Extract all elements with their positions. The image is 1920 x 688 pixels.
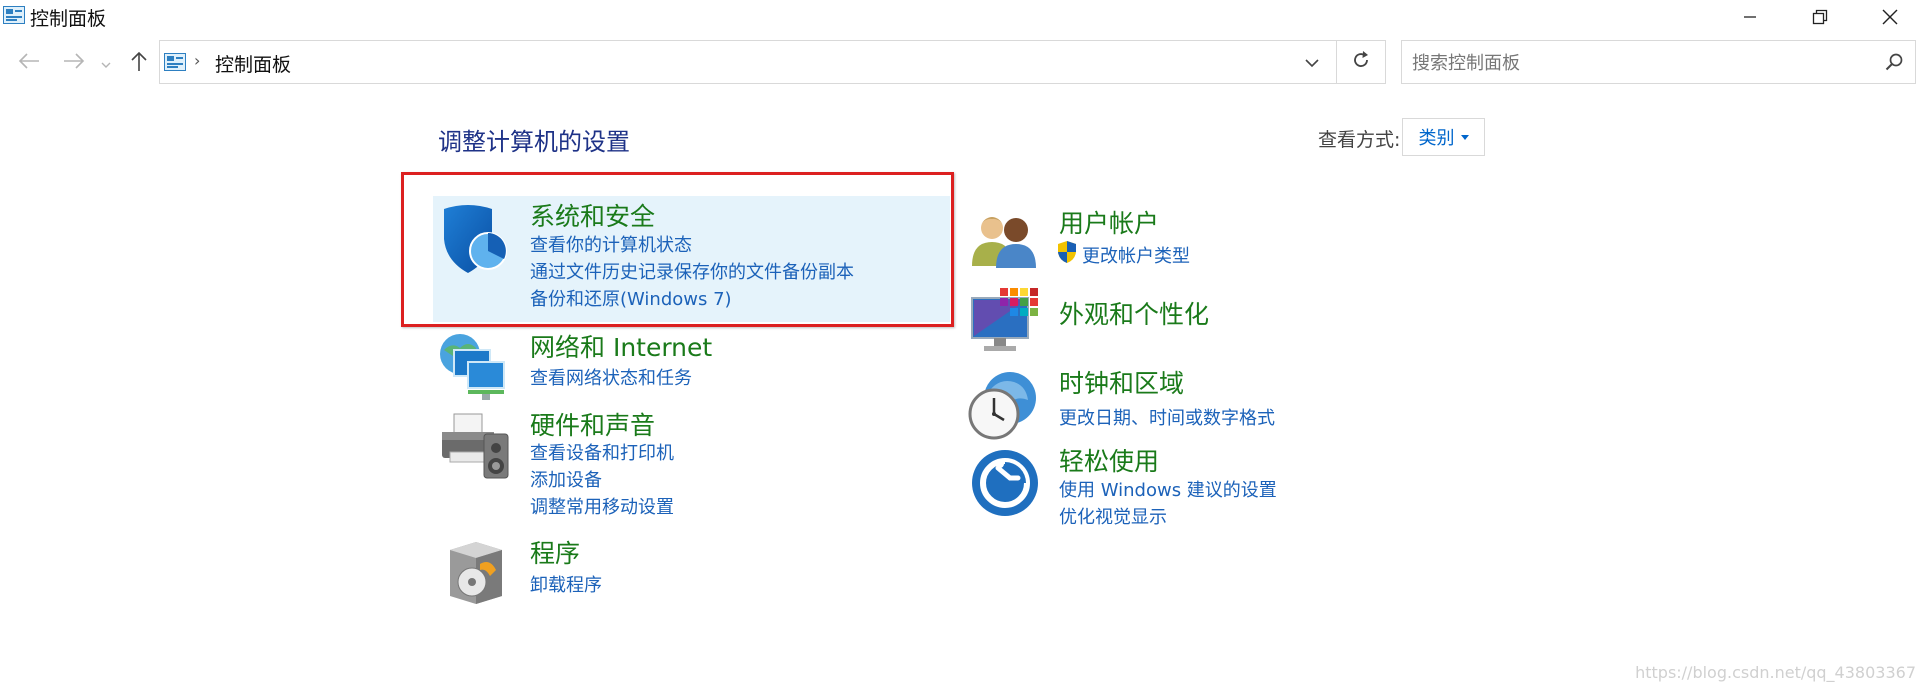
link-network-status[interactable]: 查看网络状态和任务 <box>530 364 692 390</box>
control-panel-icon <box>3 6 25 24</box>
page-heading: 调整计算机的设置 <box>438 128 630 156</box>
link-devices-printers[interactable]: 查看设备和打印机 <box>530 439 674 465</box>
breadcrumb-control-panel[interactable]: 控制面板 <box>215 50 291 77</box>
view-by-dropdown[interactable]: 类别 <box>1402 118 1485 156</box>
arrow-left-icon <box>18 53 40 73</box>
link-change-account-type[interactable]: 更改帐户类型 <box>1082 242 1190 268</box>
link-file-history-backup[interactable]: 通过文件历史记录保存你的文件备份副本 <box>530 258 854 284</box>
printer-speaker-icon[interactable] <box>438 412 512 486</box>
category-title-appearance[interactable]: 外观和个性化 <box>1059 295 1209 331</box>
view-by-value: 类别 <box>1418 128 1455 149</box>
chevron-down-icon <box>101 54 111 73</box>
uac-shield-icon <box>1056 240 1078 268</box>
window-title: 控制面板 <box>30 8 107 30</box>
control-panel-icon <box>164 53 186 75</box>
programs-disc-icon[interactable] <box>446 540 506 610</box>
link-mobility-settings[interactable]: 调整常用移动设置 <box>530 493 674 519</box>
close-icon <box>1882 9 1898 25</box>
minimize-icon <box>1743 10 1757 24</box>
category-title-hardware[interactable]: 硬件和声音 <box>530 406 655 442</box>
category-title-network[interactable]: 网络和 Internet <box>530 328 712 364</box>
shield-icon[interactable] <box>440 203 510 279</box>
chevron-down-icon <box>1305 53 1319 72</box>
category-title-system-security[interactable]: 系统和安全 <box>530 197 655 233</box>
close-button[interactable] <box>1855 0 1920 34</box>
forward-button[interactable] <box>61 50 87 76</box>
network-globe-icon[interactable] <box>438 332 512 408</box>
arrow-up-icon <box>130 50 148 76</box>
category-title-ease-of-access[interactable]: 轻松使用 <box>1059 442 1159 478</box>
link-optimize-visual-display[interactable]: 优化视觉显示 <box>1059 503 1167 529</box>
breadcrumb-separator[interactable]: › <box>194 51 200 70</box>
refresh-icon <box>1351 50 1371 74</box>
address-bar[interactable]: › 控制面板 <box>159 40 1337 84</box>
link-backup-restore[interactable]: 备份和还原(Windows 7) <box>530 285 732 311</box>
search-input[interactable] <box>1410 49 1854 77</box>
search-box[interactable] <box>1401 40 1916 84</box>
link-view-computer-status[interactable]: 查看你的计算机状态 <box>530 231 692 257</box>
refresh-button[interactable] <box>1336 40 1386 84</box>
link-date-time-format[interactable]: 更改日期、时间或数字格式 <box>1059 404 1275 430</box>
link-uninstall-program[interactable]: 卸载程序 <box>530 571 602 597</box>
category-title-programs[interactable]: 程序 <box>530 534 580 570</box>
address-dropdown-button[interactable] <box>1288 41 1336 83</box>
link-recommended-settings[interactable]: 使用 Windows 建议的设置 <box>1059 476 1277 502</box>
watermark: https://blog.csdn.net/qq_43803367 <box>1635 663 1916 682</box>
category-title-clock[interactable]: 时钟和区域 <box>1059 364 1184 400</box>
link-add-device[interactable]: 添加设备 <box>530 466 602 492</box>
recent-locations-button[interactable] <box>98 50 114 76</box>
title-bar: 控制面板 <box>0 0 1920 34</box>
category-title-user-accounts[interactable]: 用户帐户 <box>1059 204 1159 240</box>
minimize-button[interactable] <box>1715 0 1785 34</box>
arrow-right-icon <box>63 53 85 73</box>
clock-globe-icon[interactable] <box>966 370 1040 446</box>
search-icon[interactable] <box>1885 53 1903 75</box>
monitor-color-icon[interactable] <box>970 286 1042 360</box>
up-button[interactable] <box>126 50 152 76</box>
view-by-label: 查看方式: <box>1318 129 1401 151</box>
back-button[interactable] <box>16 50 42 76</box>
ease-of-access-icon[interactable] <box>970 448 1040 522</box>
users-icon[interactable] <box>970 210 1040 274</box>
caret-down-icon <box>1460 134 1469 140</box>
restore-icon <box>1812 9 1828 25</box>
restore-button[interactable] <box>1785 0 1855 34</box>
navigation-bar: › 控制面板 <box>0 40 1920 86</box>
